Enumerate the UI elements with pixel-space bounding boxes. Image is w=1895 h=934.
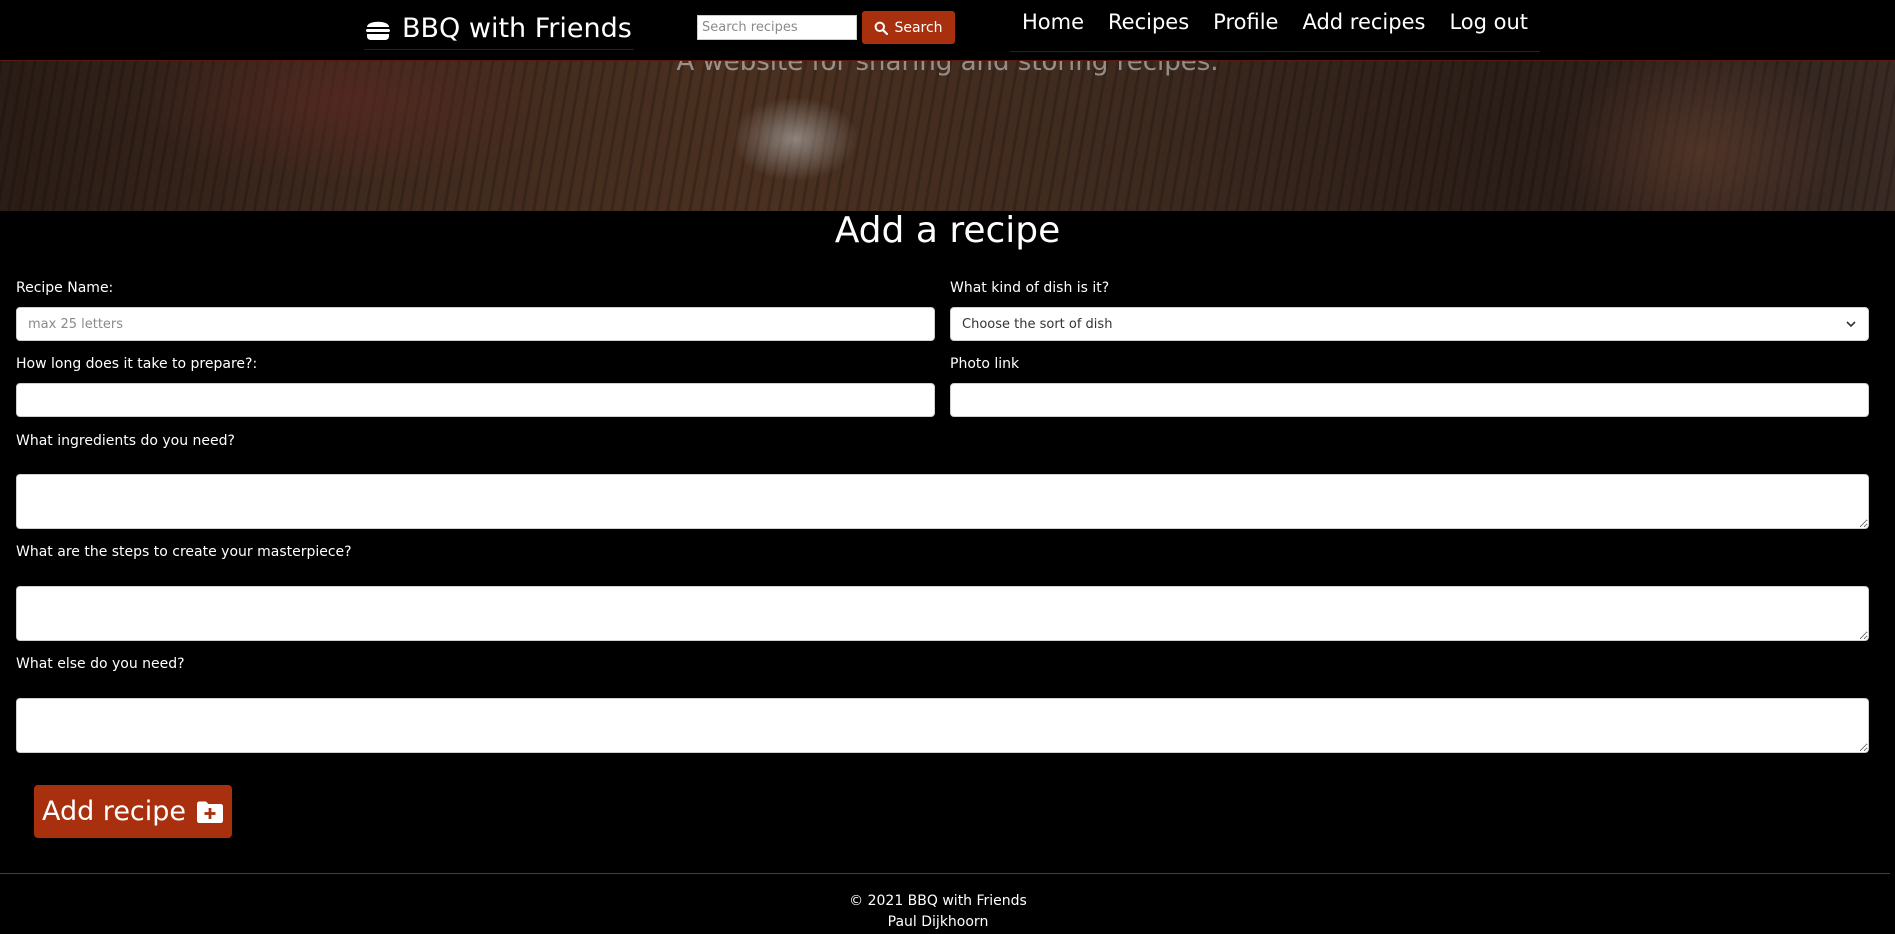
add-recipe-label: Add recipe — [41, 796, 187, 827]
extras-label: What else do you need? — [16, 656, 185, 672]
nav-link-log-out[interactable]: Log out — [1437, 6, 1541, 52]
chevron-down-icon — [1846, 321, 1856, 328]
dish-kind-select[interactable]: Choose the sort of dish — [950, 307, 1869, 341]
prep-time-input[interactable] — [16, 383, 935, 417]
extras-textarea[interactable] — [16, 698, 1869, 753]
hero-banner: A website for sharing and storing recipe… — [0, 61, 1895, 211]
nav-link-profile[interactable]: Profile — [1201, 6, 1291, 52]
footer-copyright: © 2021 BBQ with Friends — [849, 893, 1027, 909]
nav-link-recipes[interactable]: Recipes — [1096, 6, 1202, 52]
steps-textarea[interactable] — [16, 586, 1869, 641]
steps-label: What are the steps to create your master… — [16, 544, 352, 560]
brand-link[interactable]: BBQ with Friends — [364, 8, 634, 50]
navbar: BBQ with Friends Search Home Recipes Pro… — [0, 0, 1895, 61]
page-title: Add a recipe — [834, 210, 1061, 251]
hero-tagline: A website for sharing and storing recipe… — [676, 61, 1219, 77]
ingredients-label: What ingredients do you need? — [16, 433, 235, 449]
add-recipe-button[interactable]: Add recipe — [34, 785, 232, 838]
footer-author: Paul Dijkhoorn — [887, 914, 989, 930]
search-button-label: Search — [894, 19, 943, 36]
nav-links: Home Recipes Profile Add recipes Log out — [1010, 6, 1541, 52]
folder-plus-icon — [197, 801, 224, 823]
search-input[interactable] — [697, 15, 857, 40]
nav-link-home[interactable]: Home — [1010, 6, 1097, 52]
burger-icon — [366, 21, 390, 40]
search-button[interactable]: Search — [862, 11, 955, 44]
dish-kind-label: What kind of dish is it? — [950, 280, 1110, 296]
brand-name: BBQ with Friends — [402, 13, 632, 44]
search-icon — [875, 21, 889, 35]
nav-link-add-recipes[interactable]: Add recipes — [1290, 6, 1438, 52]
recipe-name-label: Recipe Name: — [16, 280, 114, 296]
recipe-name-input[interactable] — [16, 307, 935, 341]
footer-divider — [0, 873, 1890, 874]
photo-link-input[interactable] — [950, 383, 1869, 417]
ingredients-textarea[interactable] — [16, 474, 1869, 529]
dish-kind-selected: Choose the sort of dish — [962, 316, 1113, 332]
prep-time-label: How long does it take to prepare?: — [16, 356, 258, 372]
photo-link-label: Photo link — [950, 356, 1020, 372]
